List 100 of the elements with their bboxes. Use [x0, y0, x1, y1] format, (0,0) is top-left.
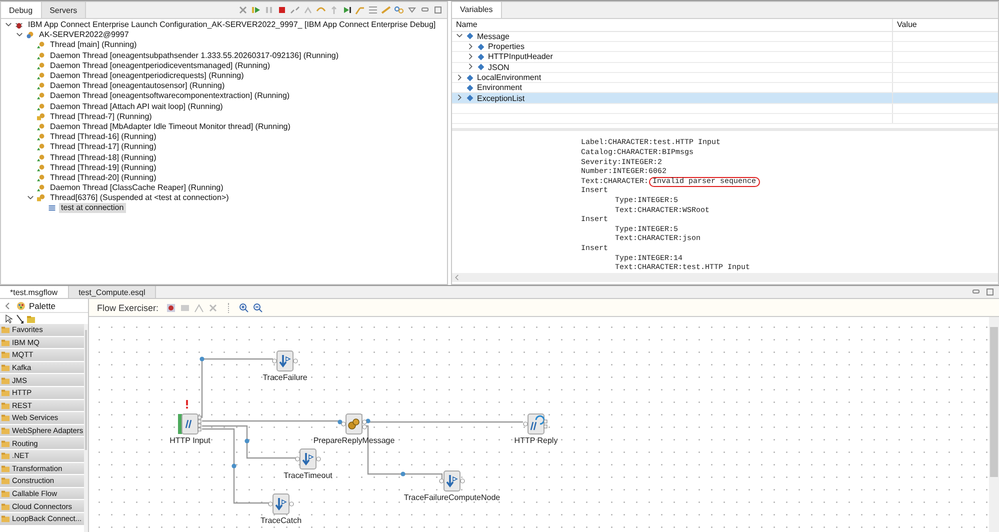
- chevron-icon[interactable]: [467, 42, 474, 50]
- thread-icon: [37, 72, 45, 80]
- folder-icon: [1, 388, 10, 398]
- gears-node-icon[interactable]: [341, 413, 367, 435]
- tree-item[interactable]: Daemon Thread [ClassCache Reaper] (Running): [48, 183, 226, 194]
- horizontal-scrollbar[interactable]: [452, 273, 998, 282]
- tree-item[interactable]: Thread [Thread-18] (Running): [48, 152, 158, 163]
- tree-item[interactable]: AK-SERVER2022@9997: [37, 30, 131, 40]
- node-label: TraceTimeout: [284, 471, 332, 480]
- variable-name: Environment: [477, 83, 522, 92]
- tree-item[interactable]: Thread [Thread-16] (Running): [48, 132, 158, 142]
- view-tab[interactable]: Variables: [452, 2, 502, 18]
- chevron-icon[interactable]: [467, 63, 474, 70]
- tree-item[interactable]: Daemon Thread [MbAdapter Idle Timeout Monitor thread] (Running): [48, 122, 292, 132]
- tree-item[interactable]: Daemon Thread [oneagentsoftwarecomponentextraction] (Running): [48, 91, 292, 102]
- thread-icon: [37, 41, 45, 50]
- variable-row[interactable]: HTTPInputHeader: [452, 52, 998, 63]
- variable-name: Message: [477, 32, 510, 41]
- thread-icon: [37, 122, 45, 131]
- folder-icon: [1, 464, 10, 473]
- lines-icon: [48, 204, 56, 212]
- editor-tab[interactable]: *test.msgflow: [0, 286, 69, 298]
- thread-icon: [37, 82, 45, 90]
- column-header: Name: [452, 18, 893, 31]
- thread-icon: [37, 52, 45, 60]
- variable-row[interactable]: JSON: [452, 62, 998, 73]
- chevron-icon[interactable]: [27, 194, 34, 202]
- folder-icon: [1, 350, 10, 360]
- variable-name: ExceptionList: [477, 94, 525, 103]
- thread-icon: [37, 164, 45, 172]
- threads-icon: [37, 194, 45, 202]
- link-icon[interactable]: [394, 5, 404, 15]
- thread-icon: [37, 174, 45, 182]
- maximize-icon[interactable]: [985, 287, 995, 297]
- chevron-icon[interactable]: [456, 32, 463, 40]
- list-icon[interactable]: [368, 5, 378, 15]
- trace-node-icon[interactable]: [439, 470, 465, 492]
- chevron-icon[interactable]: [456, 94, 463, 102]
- vertical-scrollbar[interactable]: [989, 317, 999, 532]
- variable-name: Properties: [488, 42, 524, 52]
- folder-icon: [1, 426, 10, 436]
- maximize-icon[interactable]: [433, 5, 443, 15]
- zoom-out-icon[interactable]: [252, 302, 263, 312]
- tree-item[interactable]: Daemon Thread [oneagentperiodicrequests] (Running): [48, 71, 246, 82]
- thread-icon: [37, 62, 45, 70]
- folder-icon: [1, 413, 10, 422]
- tree-item[interactable]: test at connection: [59, 203, 126, 214]
- run-to-line-icon[interactable]: [342, 5, 352, 15]
- trace-node-icon[interactable]: [268, 493, 294, 515]
- tree-item[interactable]: Daemon Thread [oneagentsubpathsender 1.333.55.20260317-092136] (Running): [48, 50, 341, 61]
- tree-item[interactable]: Daemon Thread [oneagentperiodiceventsmanaged] (Running): [48, 60, 272, 71]
- folder-icon: [1, 438, 10, 448]
- http-input-node-icon[interactable]: [177, 413, 203, 435]
- tree-item[interactable]: IBM App Connect Enterprise Launch Configuration_AK-SERVER2022_9997_ [IBM App Connect Enterprise Debug]: [26, 20, 438, 30]
- tree-item[interactable]: Thread [Thread-20] (Running): [48, 172, 158, 183]
- vertical-scrollbar[interactable]: [84, 324, 88, 532]
- chevron-icon[interactable]: [5, 21, 12, 28]
- folder-icon: [1, 514, 10, 524]
- chevron-icon[interactable]: [456, 74, 463, 81]
- tree-item[interactable]: Thread [Thread-7] (Running): [48, 112, 154, 122]
- bug-icon: [15, 21, 23, 30]
- view-tab[interactable]: Servers: [42, 2, 86, 18]
- play-icon[interactable]: [251, 5, 261, 15]
- variable-row[interactable]: Message: [452, 32, 998, 42]
- variable-row[interactable]: ExceptionList: [452, 93, 998, 104]
- node-label: HTTP Input: [170, 436, 210, 445]
- tree-item[interactable]: Thread [Thread-17] (Running): [48, 142, 158, 152]
- thread-icon: [37, 154, 45, 162]
- tree-item[interactable]: Thread[6376] (Suspended at <test at connection>): [48, 193, 231, 204]
- folder-icon: [1, 376, 10, 385]
- folder-icon: [1, 451, 10, 460]
- node-label: TraceCatch: [260, 516, 302, 525]
- view-tab[interactable]: Debug: [1, 2, 42, 18]
- folder-icon: [1, 363, 10, 372]
- tree-item[interactable]: Daemon Thread [Attach API wait loop] (Running): [48, 102, 225, 112]
- palette-title: Palette: [29, 300, 56, 310]
- editor-tab[interactable]: test_Compute.esql: [68, 286, 156, 298]
- tree-item[interactable]: Daemon Thread [oneagentautosensor] (Running): [48, 81, 227, 92]
- http-reply-node-icon[interactable]: [523, 413, 549, 435]
- thread-icon: [37, 143, 45, 152]
- folder-icon: [1, 476, 10, 486]
- node-label: TraceFailure: [262, 373, 308, 382]
- view-menu-icon[interactable]: [407, 5, 417, 15]
- trace-node-icon[interactable]: [272, 350, 298, 372]
- trace-node-icon[interactable]: [295, 448, 321, 470]
- stop-icon[interactable]: [277, 5, 287, 15]
- tree-item[interactable]: Thread [main] (Running): [48, 40, 139, 50]
- variable-row[interactable]: LocalEnvironment: [452, 72, 998, 84]
- remove-icon[interactable]: [238, 5, 248, 15]
- tree-item[interactable]: Thread [Thread-19] (Running): [48, 162, 158, 173]
- folder-icon: [1, 502, 10, 511]
- variable-name: JSON: [488, 62, 510, 72]
- connection-tool-icon[interactable]: [15, 314, 25, 324]
- zoom-in-icon[interactable]: [238, 302, 249, 312]
- chevron-icon[interactable]: [16, 31, 23, 38]
- pointer-icon[interactable]: [4, 314, 14, 324]
- variable-name: HTTPInputHeader: [488, 52, 553, 62]
- variable-row[interactable]: Properties: [452, 42, 998, 52]
- record-icon[interactable]: [166, 302, 176, 312]
- chevron-icon[interactable]: [467, 52, 474, 60]
